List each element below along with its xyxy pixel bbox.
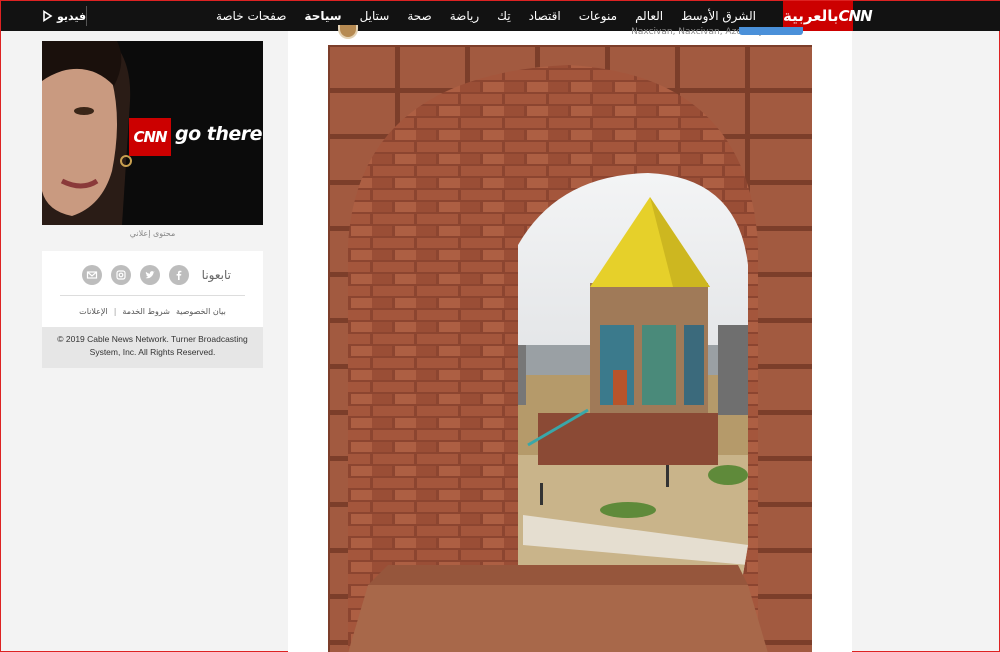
- email-icon[interactable]: [82, 265, 102, 285]
- social-icons: [82, 265, 189, 285]
- follow-divider: [60, 295, 245, 296]
- ad-cnn-logo: CNN: [129, 118, 171, 156]
- sponsored-content-label: محتوى إعلاني: [129, 229, 176, 238]
- facebook-icon[interactable]: [169, 265, 189, 285]
- user-avatar[interactable]: [338, 25, 358, 39]
- nav-item-business[interactable]: اقتصاد: [520, 1, 570, 31]
- nav-item-tech[interactable]: تِك: [488, 1, 519, 31]
- ad-portrait-image: [42, 41, 132, 225]
- nav-divider: [86, 6, 87, 26]
- copyright-notice: © 2019 Cable News Network. Turner Broadc…: [42, 327, 263, 368]
- play-icon: [43, 10, 53, 22]
- terms-of-service-link[interactable]: شروط الخدمة: [122, 307, 170, 316]
- nav-item-special-pages[interactable]: صفحات خاصة: [207, 1, 295, 31]
- follow-button[interactable]: [739, 27, 803, 35]
- mausoleum-through-brick-arch-icon: [328, 45, 812, 652]
- nav-item-variety[interactable]: منوعات: [570, 1, 626, 31]
- logo-brand: CNN: [838, 7, 873, 25]
- nav-item-health[interactable]: صحة: [398, 1, 440, 31]
- advertisement-banner[interactable]: CNN go there: [42, 41, 263, 225]
- follow-us-title: تابعونا: [201, 268, 231, 282]
- instagram-icon[interactable]: [111, 265, 131, 285]
- top-navigation-bar: بالعربيةCNN الشرق الأوسط العالم منوعات ا…: [1, 1, 1000, 31]
- post-photo[interactable]: [328, 45, 812, 652]
- ad-tagline: go there: [175, 123, 263, 145]
- footer-links: بيان الخصوصية شروط الخدمة | الإعلانات: [42, 307, 263, 316]
- post-header: Naxcivan, Naxcivan, Azerbaijan: [288, 25, 852, 45]
- follow-us-panel: تابعونا بيان الخصوصية شروط الخدمة | الإع…: [42, 251, 263, 327]
- privacy-policy-link[interactable]: بيان الخصوصية: [176, 307, 226, 316]
- nav-item-sport[interactable]: رياضة: [441, 1, 488, 31]
- video-label: فيديو: [57, 9, 87, 23]
- logo-text: بالعربية: [783, 7, 839, 25]
- video-link[interactable]: فيديو: [41, 1, 86, 31]
- twitter-icon[interactable]: [140, 265, 160, 285]
- advertising-link[interactable]: الإعلانات: [79, 307, 108, 316]
- post-card: Naxcivan, Naxcivan, Azerbaijan: [288, 25, 852, 652]
- link-separator: |: [113, 307, 117, 316]
